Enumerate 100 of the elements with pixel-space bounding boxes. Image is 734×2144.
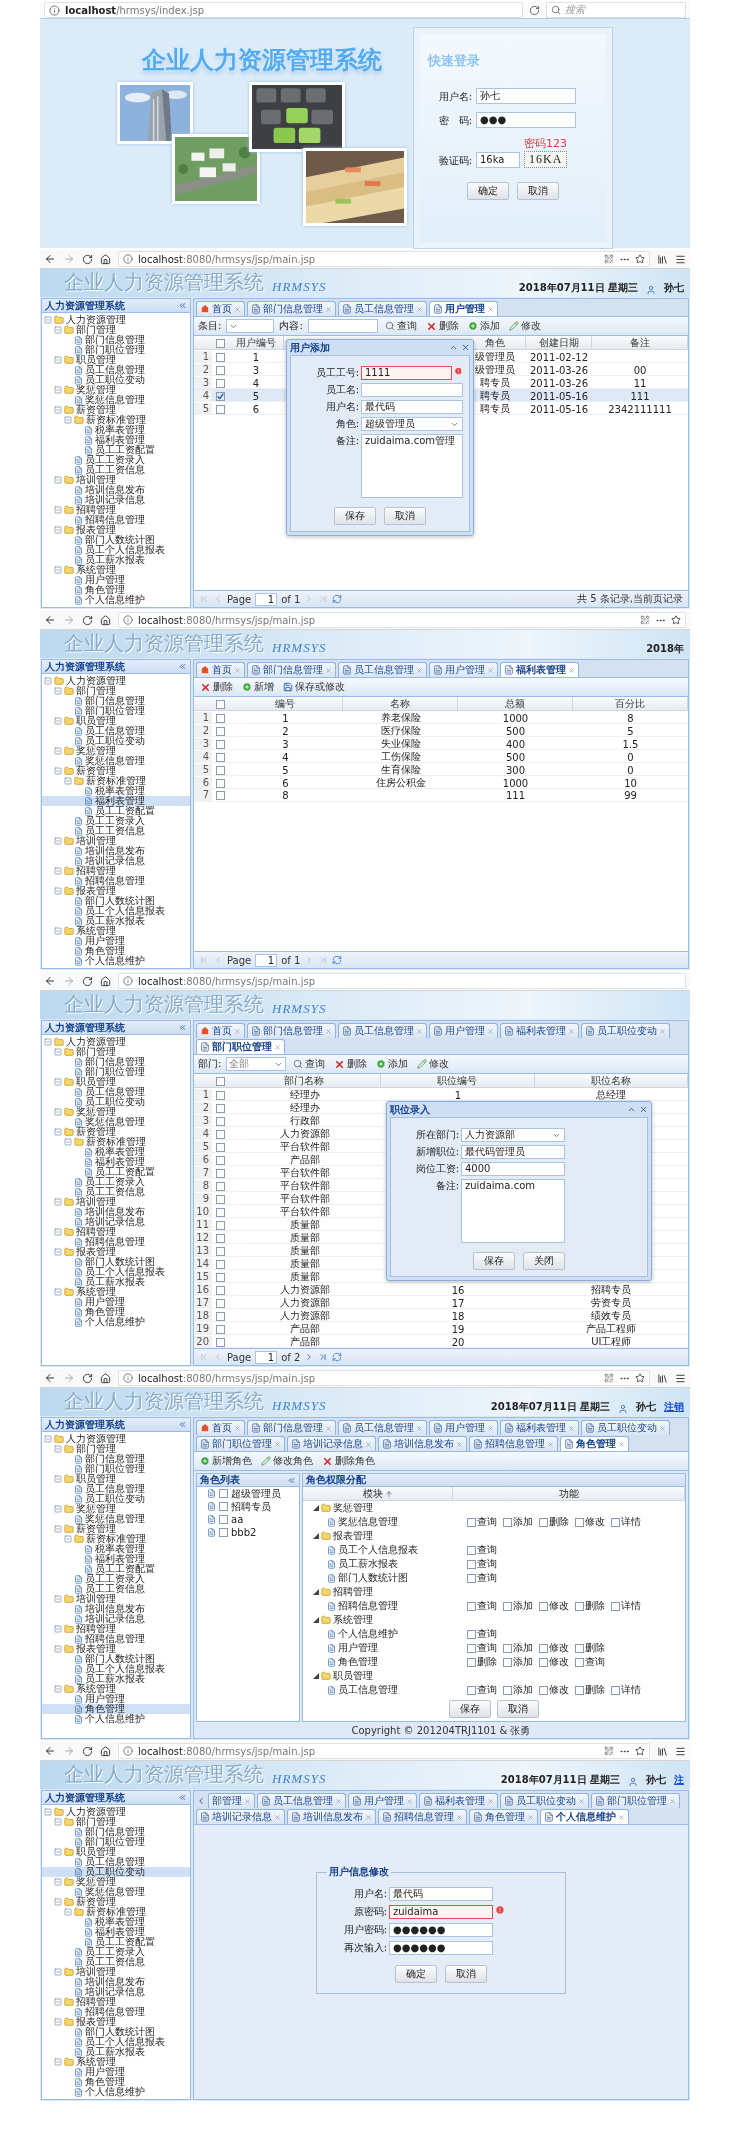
module-name: 员工信息管理 <box>338 1683 398 1697</box>
field-label: 验证码: <box>437 154 472 168</box>
option-label: 删除 <box>585 1599 605 1613</box>
table-cell-text: 平台软件部 <box>278 1192 331 1206</box>
field-label: 所在部门: <box>414 1128 459 1142</box>
table-cell-text: 3 <box>251 364 261 376</box>
row-number: 20 <box>194 1336 212 1348</box>
date-text: 2018年07月11日 星期三 <box>500 1773 620 1787</box>
table-cell-text: 质量部 <box>288 1244 321 1258</box>
field-label: 员工名: <box>324 383 359 397</box>
table-cell-text: 人力资源部 <box>278 1127 331 1141</box>
table-cell-text: 2011-02-12 <box>528 351 590 363</box>
row-number: 6 <box>194 777 212 789</box>
table-cell-text: 6 <box>251 403 261 415</box>
table-cell-text: 1.5 <box>621 738 640 750</box>
table-cell-text: 19 <box>450 1323 466 1335</box>
row-number: 5 <box>194 764 212 776</box>
table-cell-text: 人力资源部 <box>278 1309 331 1323</box>
module-name: 个人信息维护 <box>338 1627 398 1641</box>
table-cell-text: 平台软件部 <box>278 1166 331 1180</box>
table-cell-text: 总经理 <box>595 1088 628 1102</box>
row-number: 4 <box>194 390 212 402</box>
field-label: 岗位工资: <box>414 1162 459 1176</box>
module-name: 部门人数统计图 <box>338 1571 408 1585</box>
table-cell-text: 5 <box>626 725 635 737</box>
module-name: 奖惩信息管理 <box>338 1515 398 1529</box>
field-label: 新增职位: <box>414 1145 459 1159</box>
row-number: 2 <box>194 1102 212 1114</box>
toolbar-label: 内容: <box>279 319 303 333</box>
row-number: 12 <box>194 1232 212 1244</box>
row-number: 19 <box>194 1323 212 1335</box>
row-number: 2 <box>194 725 212 737</box>
table-cell-text: 行政部 <box>288 1114 321 1128</box>
table-cell-text: 2011-05-16 <box>528 390 590 402</box>
date-text: 2018年 <box>646 642 684 656</box>
sidebar-title: 人力资源管理系统 <box>45 1790 125 1805</box>
row-number: 14 <box>194 1258 212 1270</box>
system-title: 企业人力资源管理系统 <box>64 1761 264 1787</box>
option-label: 查询 <box>477 1515 497 1529</box>
table-cell-text: 产品工程师 <box>585 1322 638 1336</box>
system-title: 企业人力资源管理系统 <box>64 991 264 1017</box>
field-label: 再次输入: <box>342 1941 387 1955</box>
table-cell-text: 2342111111 <box>607 403 673 415</box>
table-cell-text: 住房公积金 <box>374 776 427 790</box>
option-label: 详情 <box>621 1599 641 1613</box>
table-cell-text: 2011-03-26 <box>528 377 590 389</box>
sidebar-title: 人力资源管理系统 <box>45 1417 125 1432</box>
option-label: 查询 <box>477 1557 497 1571</box>
system-title: 企业人力资源管理系统 <box>64 1388 264 1414</box>
option-label: 删除 <box>477 1655 497 1669</box>
url-text: localhost:8080/hrmsys/jsp/main.jsp <box>138 1372 315 1384</box>
table-cell-text: 8 <box>281 789 290 801</box>
sidebar-title: 人力资源管理系统 <box>45 659 125 674</box>
row-number: 3 <box>194 377 212 389</box>
table-cell-text: 111 <box>629 390 651 402</box>
module-name: 招聘信息管理 <box>338 1599 398 1613</box>
table-cell-text: 生育保险 <box>379 763 422 777</box>
url-text: localhost:8080/hrmsys/jsp/main.jsp <box>138 614 315 626</box>
table-cell-text: 经理办 <box>288 1101 321 1115</box>
table-cell-text: 500 <box>504 725 527 737</box>
toolbar-label: 部门: <box>198 1057 222 1071</box>
row-number: 1 <box>194 351 212 363</box>
table-cell-text: 绩效专员 <box>590 1309 633 1323</box>
copyright-text: Copyright © 201204TRJ1101 & 张勇 <box>194 1724 688 1738</box>
search-placeholder: 搜索 <box>565 3 585 17</box>
table-cell-text: 质量部 <box>288 1257 321 1271</box>
option-label: 修改 <box>585 1515 605 1529</box>
table-cell-text: 聘专员 <box>479 376 511 390</box>
table-cell-text: 17 <box>450 1297 466 1309</box>
table-cell-text: 1000 <box>501 712 530 724</box>
row-number: 8 <box>194 1180 212 1192</box>
url-text: localhost:8080/hrmsys/jsp/main.jsp <box>138 975 315 987</box>
table-cell-text: 500 <box>504 751 527 763</box>
sidebar-title: 人力资源管理系统 <box>45 1020 125 1035</box>
toolbar-label: 条目: <box>198 319 222 333</box>
option-label: 修改 <box>549 1641 569 1655</box>
row-number: 7 <box>194 1167 212 1179</box>
table-cell-text: 质量部 <box>288 1218 321 1232</box>
table-cell-text: 3 <box>281 738 290 750</box>
option-label: 详情 <box>621 1515 641 1529</box>
table-cell-text: 18 <box>450 1310 466 1322</box>
record-count: 共 5 条记录,当前页记录 <box>577 592 683 606</box>
table-cell-text: 招聘专员 <box>590 1283 633 1297</box>
table-cell-text: 400 <box>504 738 527 750</box>
option-label: 添加 <box>513 1683 533 1697</box>
table-cell-text: 产品部 <box>288 1322 321 1336</box>
table-cell-text: 人力资源部 <box>278 1296 331 1310</box>
option-label: 添加 <box>513 1515 533 1529</box>
table-cell-text: 养老保险 <box>379 711 422 725</box>
system-title: 企业人力资源管理系统 <box>64 630 264 656</box>
user-name: 孙七 <box>664 281 684 295</box>
table-cell-text: 5 <box>251 390 261 402</box>
field-label: 员工工号: <box>314 366 359 380</box>
table-cell-text: 工伤保险 <box>379 750 422 764</box>
option-label: 查询 <box>477 1641 497 1655</box>
system-title: 企业人力资源管理系统 <box>64 269 264 295</box>
dialog-title: 职位录入 <box>390 1102 431 1117</box>
table-cell-text: 质量部 <box>288 1231 321 1245</box>
field-label: 角色: <box>334 417 359 431</box>
table-cell-text: 5 <box>281 764 290 776</box>
